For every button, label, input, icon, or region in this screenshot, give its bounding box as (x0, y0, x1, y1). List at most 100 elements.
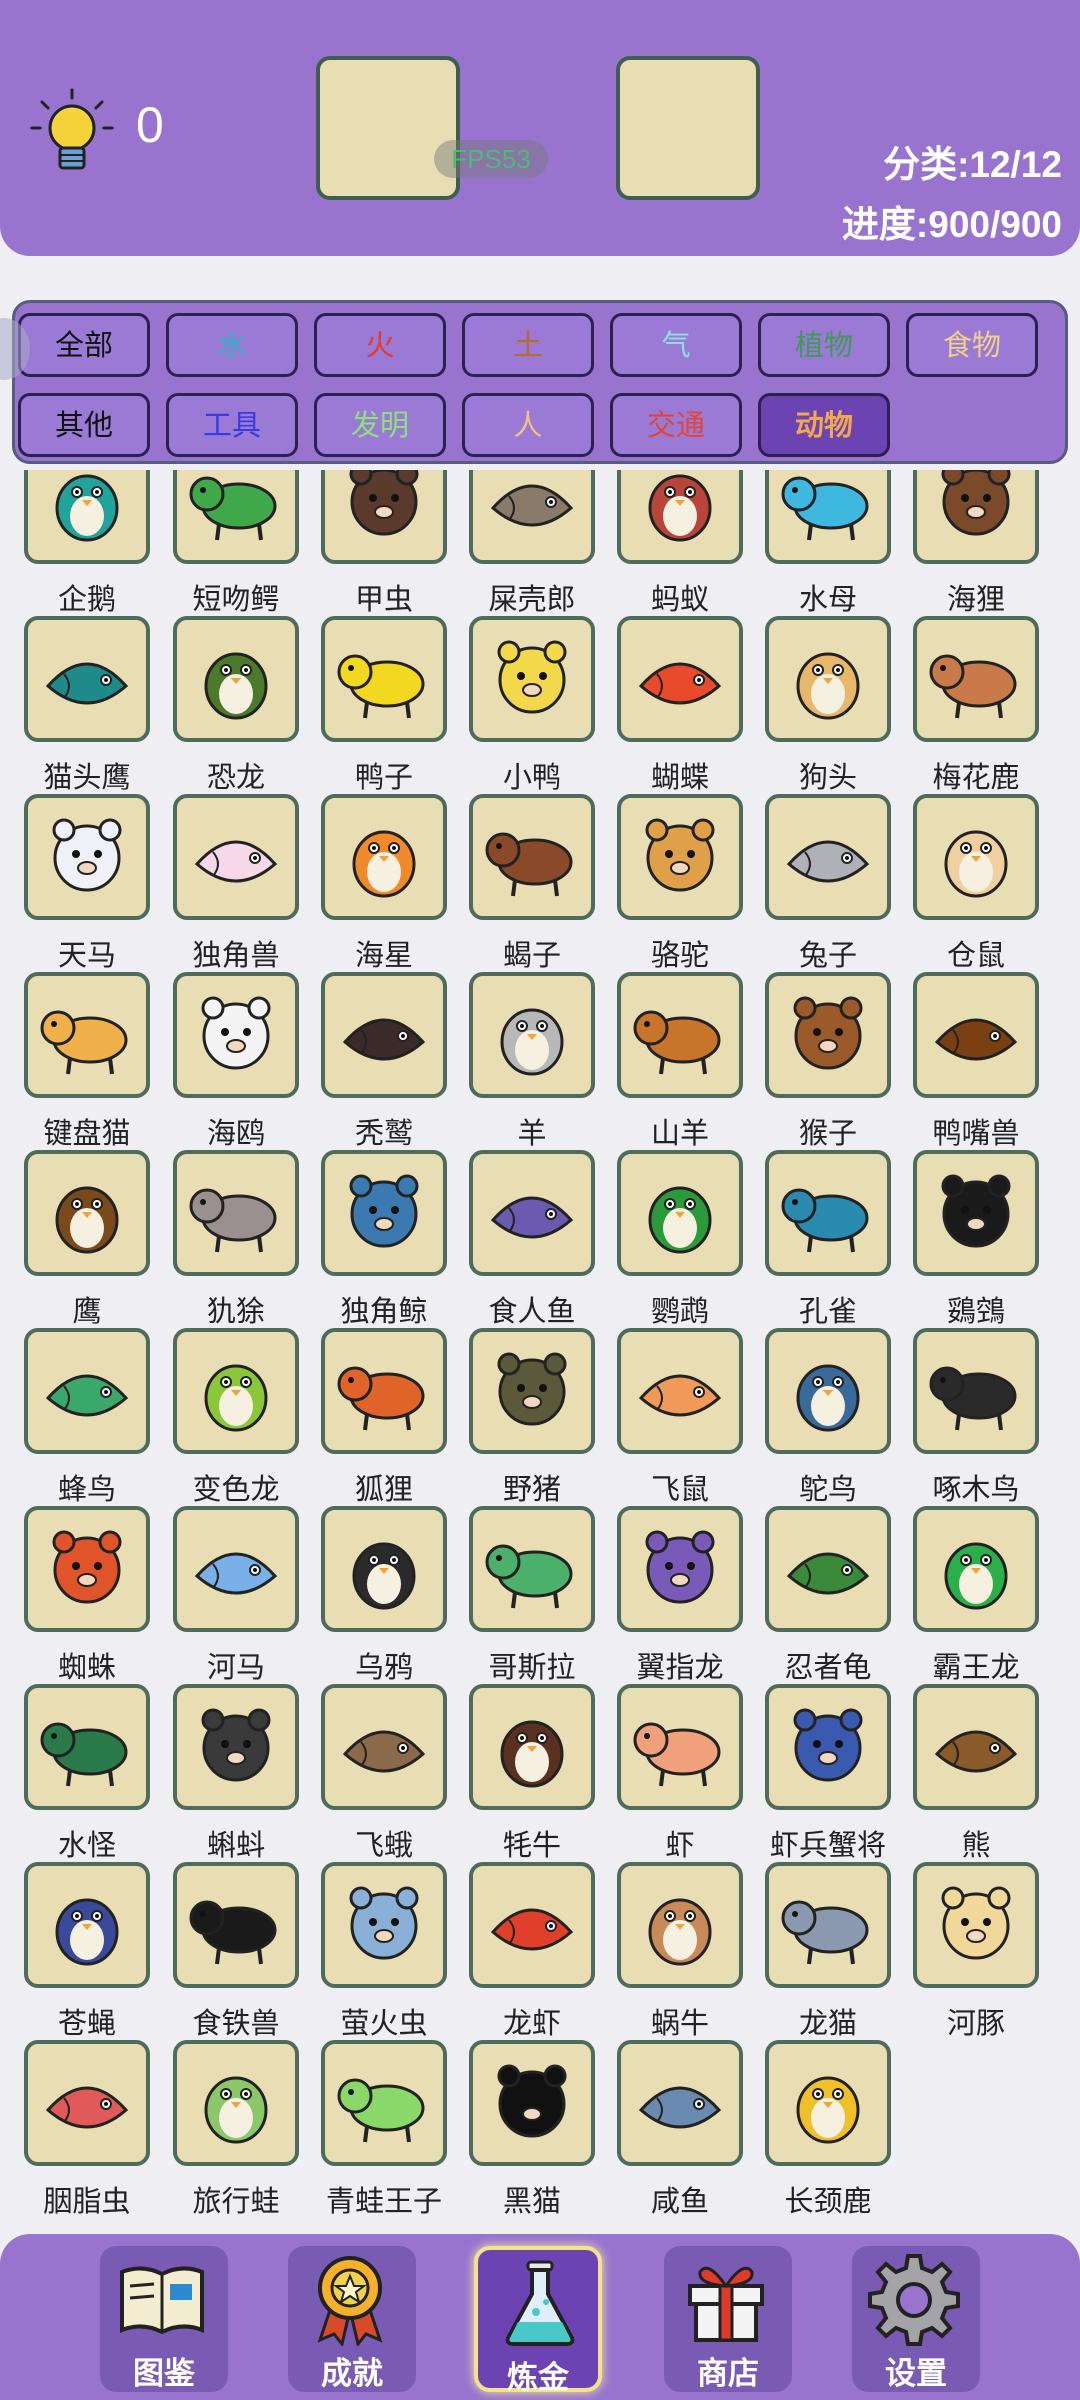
combine-slot-right[interactable] (616, 56, 760, 200)
element-card-frame[interactable] (765, 2040, 891, 2166)
filter-tab[interactable]: 食物 (906, 313, 1038, 377)
nav-button[interactable]: 设置 (852, 2246, 980, 2392)
element-card-frame[interactable] (765, 1150, 891, 1276)
element-card-frame[interactable] (617, 1684, 743, 1810)
element-card-frame[interactable] (469, 972, 595, 1098)
element-label: 仓鼠 (946, 938, 1005, 972)
spider-icon (34, 1514, 140, 1624)
element-card-frame[interactable] (321, 794, 447, 920)
peacock-icon (775, 1158, 881, 1268)
element-card-frame[interactable] (913, 1506, 1039, 1632)
element-card-frame[interactable] (617, 1862, 743, 1988)
element-card-frame[interactable] (765, 1862, 891, 1988)
element-card-frame[interactable] (617, 972, 743, 1098)
element-card-frame[interactable] (24, 1150, 150, 1276)
element-card-frame[interactable] (24, 794, 150, 920)
element-label: 狐狸 (354, 1472, 413, 1506)
element-card-frame[interactable] (469, 616, 595, 742)
element-card-frame[interactable] (24, 1328, 150, 1454)
element-label: 胭脂虫 (43, 2184, 131, 2218)
element-card-frame[interactable] (469, 2040, 595, 2166)
element-card-frame[interactable] (469, 1862, 595, 1988)
element-card-frame[interactable] (765, 1684, 891, 1810)
element-card-frame[interactable] (469, 794, 595, 920)
element-card-frame[interactable] (765, 794, 891, 920)
combine-slot-left[interactable] (316, 56, 460, 200)
element-card-frame[interactable] (765, 1328, 891, 1454)
element-card-frame[interactable] (173, 972, 299, 1098)
element-card-frame[interactable] (469, 1150, 595, 1276)
element-card-frame[interactable] (617, 1506, 743, 1632)
element-card-frame[interactable] (173, 1150, 299, 1276)
nav-button[interactable]: 图鉴 (100, 2246, 228, 2392)
element-card-frame[interactable] (173, 1506, 299, 1632)
element-card-frame[interactable] (617, 616, 743, 742)
firefly-icon (331, 1870, 437, 1980)
filter-tab[interactable]: 全部 (18, 313, 150, 377)
flying-squirrel-icon (627, 1336, 733, 1446)
filter-tab[interactable]: 植物 (758, 313, 890, 377)
element-card-frame[interactable] (173, 1328, 299, 1454)
dinosaur-icon (183, 624, 289, 734)
element-card-frame[interactable] (469, 1506, 595, 1632)
element-card-frame[interactable] (617, 2040, 743, 2166)
nav-button[interactable]: 炼金 (474, 2246, 602, 2396)
element-card-frame[interactable] (24, 1506, 150, 1632)
element-label: 骆驼 (650, 938, 709, 972)
element-card-frame[interactable] (913, 1328, 1039, 1454)
element-label: 独角鲸 (340, 1294, 428, 1328)
element-card-frame[interactable] (173, 1862, 299, 1988)
element-card-frame[interactable] (913, 972, 1039, 1098)
element-card-frame[interactable] (913, 794, 1039, 920)
filter-tab[interactable]: 火 (314, 313, 446, 377)
filter-tab[interactable]: 人 (462, 393, 594, 457)
hummingbird-icon (34, 1336, 140, 1446)
element-label: 蝎子 (502, 938, 561, 972)
element-card-frame[interactable] (765, 616, 891, 742)
element-card-frame[interactable] (24, 1862, 150, 1988)
element-card-frame[interactable] (173, 1684, 299, 1810)
element-card-frame[interactable] (321, 616, 447, 742)
nav-button[interactable]: 成就 (288, 2246, 416, 2392)
element-card-frame[interactable] (24, 2040, 150, 2166)
filter-tab[interactable]: 土 (462, 313, 594, 377)
element-card-frame[interactable] (913, 1862, 1039, 1988)
element-label: 兔子 (798, 938, 857, 972)
element-card-frame[interactable] (321, 1328, 447, 1454)
element-card-frame[interactable] (913, 1684, 1039, 1810)
element-card-frame[interactable] (24, 616, 150, 742)
element-card-frame[interactable] (617, 1328, 743, 1454)
element-label: 蜘蛛 (57, 1650, 116, 1684)
element-card-frame[interactable] (321, 972, 447, 1098)
filter-tab[interactable]: 其他 (18, 393, 150, 457)
element-card-frame[interactable] (173, 616, 299, 742)
element-label: 海鸥 (206, 1116, 265, 1150)
filter-tab[interactable]: 动物 (758, 393, 890, 457)
element-card-frame[interactable] (321, 1862, 447, 1988)
gift-icon (678, 2250, 774, 2346)
element-card-frame[interactable] (173, 2040, 299, 2166)
element-card-frame[interactable] (617, 1150, 743, 1276)
element-card-frame[interactable] (913, 616, 1039, 742)
element-card-frame[interactable] (469, 1328, 595, 1454)
element-card-frame[interactable] (24, 1684, 150, 1810)
filter-tab[interactable]: 发明 (314, 393, 446, 457)
hippo-icon (183, 1514, 289, 1624)
element-card-frame[interactable] (321, 1684, 447, 1810)
element-card-frame[interactable] (321, 1506, 447, 1632)
element-card-frame[interactable] (469, 1684, 595, 1810)
lightbulb-hint-icon[interactable] (22, 82, 122, 182)
element-card-frame[interactable] (321, 2040, 447, 2166)
element-card-frame[interactable] (617, 794, 743, 920)
filter-tab[interactable]: 气 (610, 313, 742, 377)
element-card-frame[interactable] (321, 1150, 447, 1276)
element-card-frame[interactable] (913, 1150, 1039, 1276)
nav-button[interactable]: 商店 (664, 2246, 792, 2392)
filter-tab[interactable]: 水 (166, 313, 298, 377)
filter-tab[interactable]: 工具 (166, 393, 298, 457)
element-card-frame[interactable] (24, 972, 150, 1098)
element-card-frame[interactable] (765, 1506, 891, 1632)
filter-tab[interactable]: 交通 (610, 393, 742, 457)
element-card-frame[interactable] (765, 972, 891, 1098)
element-card-frame[interactable] (173, 794, 299, 920)
